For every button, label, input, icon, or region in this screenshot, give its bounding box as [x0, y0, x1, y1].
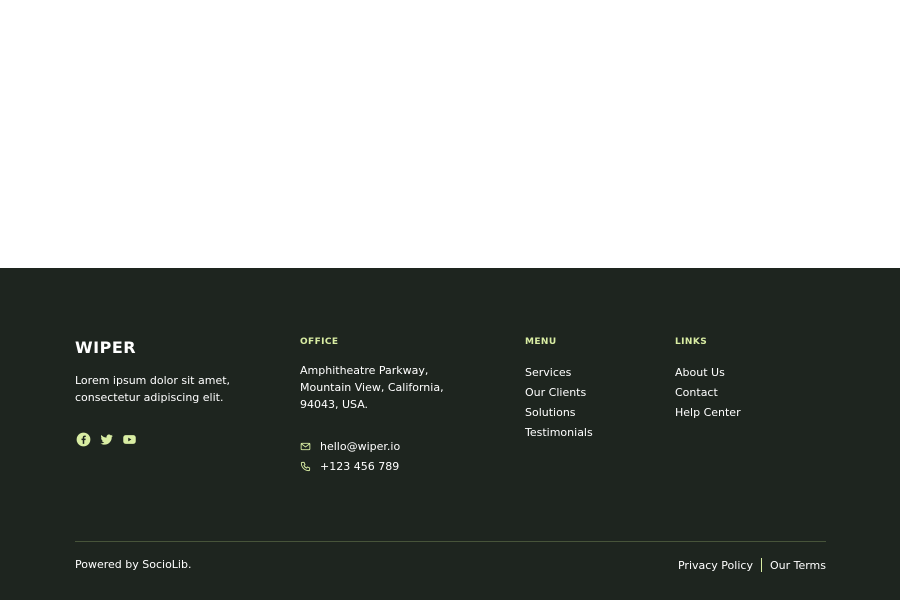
legal-separator [760, 558, 762, 572]
menu-item-our-clients[interactable]: Our Clients [525, 383, 593, 403]
menu-list: Services Our Clients Solutions Testimoni… [525, 363, 593, 443]
facebook-icon[interactable] [76, 432, 91, 447]
footer-divider [75, 541, 826, 542]
footer-brand-description: Lorem ipsum dolor sit amet, consectetur … [75, 374, 231, 404]
link-contact[interactable]: Contact [675, 383, 741, 403]
mail-icon [300, 442, 311, 451]
menu-item-testimonials[interactable]: Testimonials [525, 423, 593, 443]
site-footer: WIPER Lorem ipsum dolor sit amet, consec… [0, 268, 900, 600]
menu-item-solutions[interactable]: Solutions [525, 403, 593, 423]
footer-brand-logo[interactable]: WIPER [75, 338, 136, 357]
youtube-icon[interactable] [122, 432, 137, 447]
link-about-us[interactable]: About Us [675, 363, 741, 383]
office-heading: OFFICE [300, 337, 339, 347]
twitter-icon[interactable] [99, 432, 114, 447]
menu-item-services[interactable]: Services [525, 363, 593, 383]
email-address[interactable]: hello@wiper.io [320, 440, 400, 453]
email-contact[interactable]: hello@wiper.io [300, 440, 400, 453]
phone-number[interactable]: +123 456 789 [320, 460, 399, 473]
terms-link[interactable]: Our Terms [770, 559, 826, 572]
menu-heading: MENU [525, 337, 557, 347]
social-links [76, 432, 137, 447]
phone-icon [300, 461, 311, 472]
legal-links: Privacy Policy Our Terms [678, 558, 826, 572]
links-list: About Us Contact Help Center [675, 363, 741, 423]
phone-contact[interactable]: +123 456 789 [300, 460, 399, 473]
link-help-center[interactable]: Help Center [675, 403, 741, 423]
blank-page-area [0, 0, 900, 268]
privacy-policy-link[interactable]: Privacy Policy [678, 559, 753, 572]
office-address: Amphitheatre Parkway, Mountain View, Cal… [300, 364, 444, 411]
powered-by-text: Powered by SocioLib. [75, 558, 192, 571]
links-heading: LINKS [675, 337, 708, 347]
